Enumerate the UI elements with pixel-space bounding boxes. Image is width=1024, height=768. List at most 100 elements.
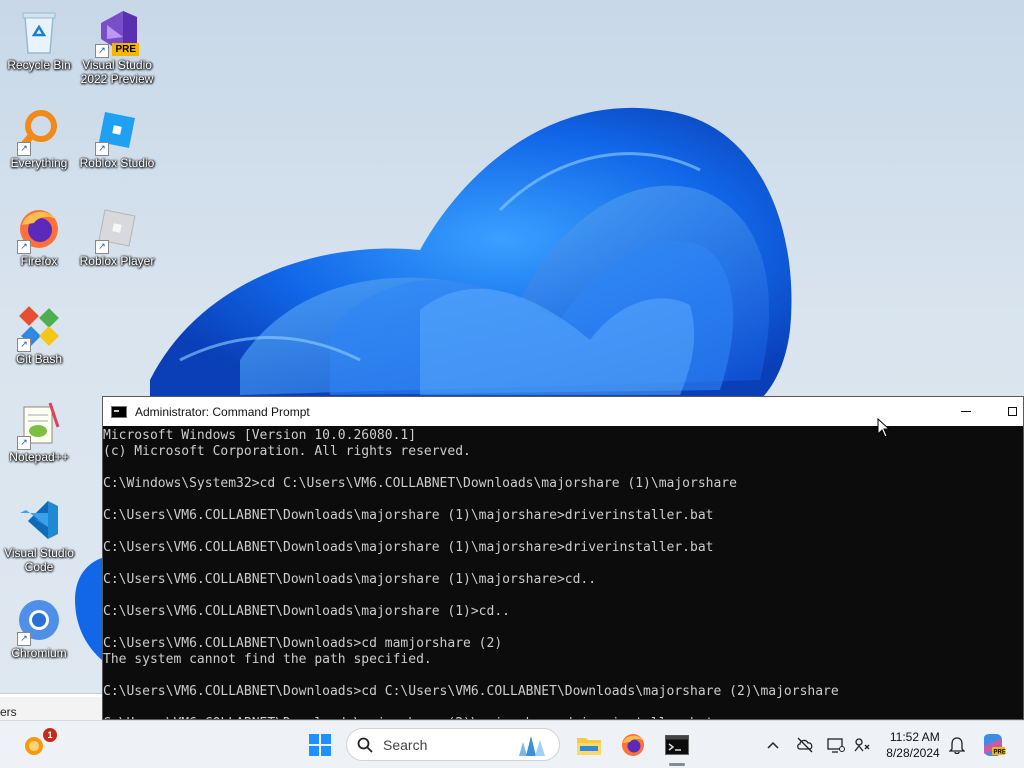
taskbar-firefox[interactable]	[612, 721, 654, 768]
roblox-studio-icon: ↗	[93, 106, 141, 156]
desktop-icon-label: Chromium	[11, 646, 67, 660]
desktop-icon-label: Recycle Bin	[7, 58, 71, 72]
desktop-icon-visual-studio-preview[interactable]: PRE ↗ Visual Studio 2022 Preview	[79, 8, 155, 86]
desktop-icon-recycle-bin[interactable]: Recycle Bin	[1, 8, 77, 72]
desktop-icon-label: Visual Studio 2022 Preview	[80, 58, 154, 86]
console-line: (c) Microsoft Corporation. All rights re…	[103, 444, 471, 459]
desktop-icon-label: Git Bash	[15, 352, 63, 366]
minimize-button[interactable]	[943, 397, 989, 426]
console-line: C:\Windows\System32>cd C:\Users\VM6.COLL…	[103, 476, 737, 491]
taskbar-search-box[interactable]: Search	[346, 728, 560, 761]
running-indicator	[669, 763, 685, 766]
desktop-icon-git-bash[interactable]: ↗ Git Bash	[1, 302, 77, 366]
recycle-bin-icon	[15, 8, 63, 56]
preview-badge: PRE	[112, 43, 139, 56]
shortcut-arrow-icon: ↗	[95, 44, 109, 58]
shortcut-arrow-icon: ↗	[17, 338, 31, 352]
console-line: C:\Users\VM6.COLLABNET\Downloads\majorsh…	[103, 604, 510, 619]
console-line: C:\Users\VM6.COLLABNET\Downloads\majorsh…	[103, 540, 714, 555]
file-explorer-icon	[577, 737, 601, 755]
shortcut-arrow-icon: ↗	[17, 436, 31, 450]
console-line: C:\Users\VM6.COLLABNET\Downloads>cd mamj…	[103, 636, 503, 651]
desktop-icon-firefox[interactable]: ↗ Firefox	[1, 204, 77, 268]
search-label: Search	[383, 736, 428, 753]
clock-button[interactable]: 11:52 AM 8/28/2024	[880, 721, 946, 768]
desktop-icon-notepad-plus-plus[interactable]: ↗ Notepad++	[1, 400, 77, 464]
command-prompt-window[interactable]: Administrator: Command Prompt Microsoft …	[102, 396, 1024, 720]
network-offline-icon	[797, 737, 813, 752]
window-edge	[0, 694, 102, 697]
maximize-icon	[1007, 407, 1017, 416]
weather-widget-button[interactable]: 1	[14, 721, 57, 768]
everything-search-icon: ↗	[15, 106, 63, 156]
mouse-cursor-icon	[877, 417, 891, 443]
display-icon	[827, 737, 845, 753]
git-bash-icon: ↗	[15, 302, 63, 352]
desktop-icon-vscode[interactable]: Visual Studio Code	[1, 496, 77, 574]
search-icon	[357, 737, 373, 753]
copilot-icon: PRE	[984, 733, 1006, 756]
svg-text:PRE: PRE	[994, 749, 1006, 755]
notifications-button[interactable]	[946, 721, 968, 768]
console-line: C:\Users\VM6.COLLABNET\Downloads>cd C:\U…	[103, 684, 839, 699]
taskbar-terminal[interactable]	[656, 721, 698, 768]
taskbar: 1 Search 11:52 AM 8/28/2024 PRE	[0, 720, 1024, 768]
desktop-icon-label: Roblox Player	[79, 254, 155, 268]
chevron-up-icon	[767, 741, 779, 749]
roblox-player-icon: ↗	[93, 204, 141, 254]
start-button[interactable]	[300, 721, 340, 768]
accessibility-button[interactable]	[851, 721, 873, 768]
display-button[interactable]	[825, 721, 847, 768]
background-window-text: ers	[0, 705, 17, 719]
clock-date: 8/28/2024	[886, 745, 940, 760]
desktop-icon-everything[interactable]: ↗ Everything	[1, 106, 77, 170]
desktop-icon-label: Notepad++	[9, 450, 69, 464]
clock-time: 11:52 AM	[889, 729, 940, 744]
console-output[interactable]: Microsoft Windows [Version 10.0.26080.1]…	[103, 426, 1023, 719]
command-prompt-icon	[111, 405, 127, 418]
accessibility-icon	[854, 737, 870, 751]
notification-badge: 1	[43, 728, 57, 742]
terminal-icon	[665, 734, 689, 755]
background-window[interactable]: ers	[0, 693, 102, 721]
chromium-icon: ↗	[15, 596, 63, 646]
console-line: The system cannot find the path specifie…	[103, 652, 432, 667]
desktop-icon-roblox-studio[interactable]: ↗ Roblox Studio	[79, 106, 155, 170]
desktop-icon-chromium[interactable]: ↗ Chromium	[1, 596, 77, 660]
copilot-button[interactable]: PRE	[978, 721, 1008, 768]
desktop-icon-label: Visual Studio Code	[4, 546, 74, 574]
shortcut-arrow-icon: ↗	[95, 240, 109, 254]
console-line: C:\Users\VM6.COLLABNET\Downloads\majorsh…	[103, 572, 597, 587]
network-status-button[interactable]	[794, 721, 816, 768]
search-highlight-icon	[519, 736, 545, 756]
desktop-icon-roblox-player[interactable]: ↗ Roblox Player	[79, 204, 155, 268]
shortcut-arrow-icon: ↗	[17, 632, 31, 646]
firefox-icon	[622, 733, 644, 756]
window-title: Administrator: Command Prompt	[135, 404, 310, 419]
firefox-icon: ↗	[15, 204, 63, 254]
shortcut-arrow-icon: ↗	[17, 240, 31, 254]
shortcut-arrow-icon: ↗	[17, 142, 31, 156]
desktop-icon-label: Roblox Studio	[79, 156, 155, 170]
shortcut-arrow-icon: ↗	[95, 142, 109, 156]
maximize-button[interactable]	[989, 397, 1023, 426]
desktop-icon-label: Everything	[10, 156, 68, 170]
vscode-icon	[15, 496, 63, 544]
bell-icon	[949, 736, 965, 754]
minimize-icon	[961, 411, 971, 412]
taskbar-file-explorer[interactable]	[568, 721, 610, 768]
visual-studio-preview-icon: PRE ↗	[93, 8, 141, 58]
start-icon	[309, 733, 331, 756]
console-line: C:\Users\VM6.COLLABNET\Downloads\majorsh…	[103, 508, 714, 523]
notepad-plus-plus-icon: ↗	[15, 400, 63, 450]
desktop-icon-label: Firefox	[20, 254, 58, 268]
show-hidden-icons-button[interactable]	[762, 721, 784, 768]
